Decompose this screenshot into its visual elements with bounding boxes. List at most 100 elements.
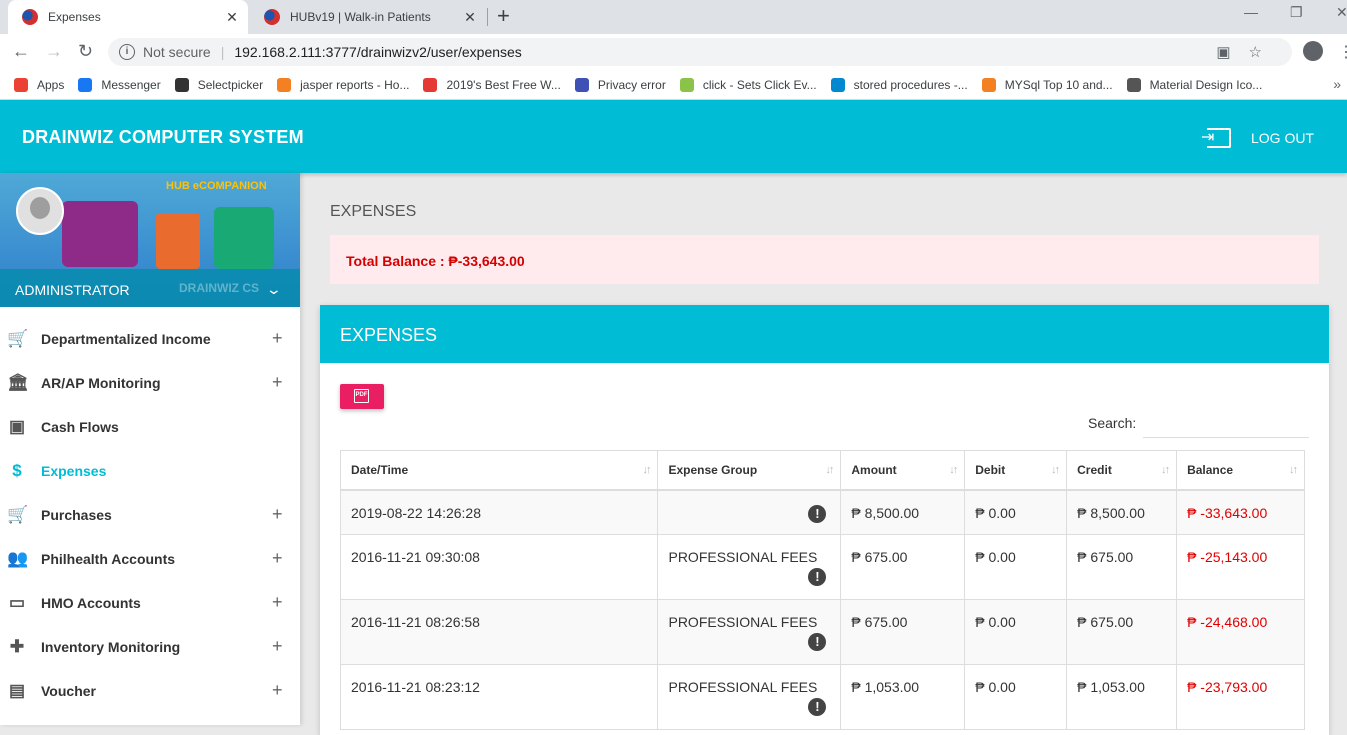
sidebar-item-ar-ap-monitoring[interactable]: 🏛 AR/AP Monitoring + [0, 361, 300, 405]
window-close-icon[interactable]: ✕ [1336, 4, 1347, 21]
sidebar-item-expenses[interactable]: $ Expenses [0, 449, 300, 493]
minimize-icon[interactable]: — [1244, 4, 1258, 20]
browser-tab-walkin[interactable]: HUBv19 | Walk-in Patients ✕ [250, 0, 486, 34]
sidebar-item-voucher[interactable]: ▤ Voucher + [0, 669, 300, 713]
balance-cell-text: ₱ -23,793.00 [1187, 679, 1268, 695]
table-row[interactable]: 2016-11-21 08:23:12 PROFESSIONAL FEES! ₱ 1… [339, 664, 1305, 730]
sidebar-item-hmo-accounts[interactable]: ▭ HMO Accounts + [0, 581, 300, 625]
sidebar-item-cash-flows[interactable]: ▣ Cash Flows [0, 405, 300, 449]
bookmark-item[interactable]: Material Design Ico... [1126, 77, 1262, 92]
column-header-label: Debit [975, 462, 1006, 477]
search-input[interactable] [1143, 411, 1309, 438]
security-label: Not secure [143, 44, 211, 60]
credit-cell: ₱ 675.00 [1066, 599, 1178, 665]
column-header[interactable]: Expense Group ↓↑ [657, 450, 842, 491]
sort-icon[interactable]: ↓↑ [1051, 464, 1060, 476]
expand-plus-icon[interactable]: + [272, 592, 283, 613]
close-tab-icon[interactable]: ✕ [462, 9, 478, 26]
sidebar-item-inventory-monitoring[interactable]: ✚ Inventory Monitoring + [0, 625, 300, 669]
alert-icon[interactable]: ! [808, 698, 827, 716]
bookmark-item[interactable]: Messenger [78, 77, 161, 92]
logout-button[interactable]: LOG OUT [1201, 127, 1314, 148]
bookmarks-bar: Apps Messenger Selectpicker jasper reports … [0, 70, 1347, 100]
bookmark-item[interactable]: Apps [14, 77, 64, 92]
address-bar[interactable]: i Not secure | 192.168.2.111:3777/drainw… [108, 38, 1292, 66]
export-pdf-button[interactable]: PDF [340, 384, 384, 409]
card-title: EXPENSES [320, 305, 1329, 363]
browser-tab-expenses[interactable]: Expenses ✕ [8, 0, 248, 34]
pdf-icon: PDF [354, 389, 369, 403]
alert-icon[interactable]: ! [808, 504, 827, 523]
column-header[interactable]: Credit ↓↑ [1066, 450, 1178, 491]
expand-plus-icon[interactable]: + [272, 328, 283, 349]
omnibox-action-icons[interactable]: ▣☆ [1216, 43, 1280, 61]
site-favicon-icon [264, 9, 280, 25]
bookmark-favicon-icon [423, 77, 438, 92]
tab-title: Expenses [48, 10, 101, 24]
more-bookmarks-icon[interactable]: » [1333, 76, 1341, 92]
bookmark-item[interactable]: stored procedures -... [830, 77, 968, 92]
reload-icon[interactable]: ↻ [78, 41, 93, 61]
sort-icon[interactable]: ↓↑ [642, 464, 651, 476]
alert-icon[interactable]: ! [808, 633, 827, 651]
sort-icon[interactable]: ↓↑ [1161, 464, 1170, 476]
expand-plus-icon[interactable]: + [272, 680, 283, 701]
bookmark-item[interactable]: Privacy error [574, 77, 666, 92]
close-tab-icon[interactable]: ✕ [224, 9, 240, 26]
expand-plus-icon[interactable]: + [272, 372, 283, 393]
bookmark-label: jasper reports - Ho... [300, 77, 410, 92]
new-tab-icon[interactable]: + [497, 4, 510, 28]
expenses-table: Date/Time ↓↑ Expense Group ↓↑ Amount ↓↑ Debit ↓… [339, 450, 1305, 730]
forward-icon[interactable]: → [45, 41, 63, 61]
sidebar-item-purchases[interactable]: 🛒 Purchases + [0, 493, 300, 537]
bookmark-favicon-icon [1126, 77, 1141, 92]
bookmark-favicon-icon [830, 77, 845, 92]
sort-icon[interactable]: ↓↑ [949, 464, 958, 476]
column-header[interactable]: Debit ↓↑ [964, 450, 1068, 491]
column-header[interactable]: Amount ↓↑ [840, 450, 966, 491]
bookmark-item[interactable]: Selectpicker [174, 77, 263, 92]
balance-cell: ₱ -24,468.00 [1176, 599, 1305, 665]
sidebar-item-label: Departmentalized Income [41, 331, 211, 347]
restore-icon[interactable]: ❐ [1290, 4, 1303, 21]
alert-icon[interactable]: ! [808, 568, 827, 586]
medical-kit-icon: ✚ [9, 637, 25, 656]
profile-avatar-icon[interactable] [1303, 41, 1323, 61]
back-icon[interactable]: ← [12, 41, 30, 61]
browser-menu-icon[interactable]: ⋮ [1338, 42, 1347, 62]
sidebar-item-label: Inventory Monitoring [41, 639, 181, 655]
avatar [16, 187, 64, 235]
browser-tabstrip: Expenses ✕ HUBv19 | Walk-in Patients ✕ +… [0, 0, 1347, 34]
url-text[interactable]: 192.168.2.111:3777/drainwizv2/user/expen… [234, 44, 521, 60]
balance-cell: ₱ -33,643.00 [1176, 489, 1305, 535]
expand-plus-icon[interactable]: + [272, 504, 283, 525]
logout-icon [1201, 127, 1231, 148]
bookmark-item[interactable]: 2019's Best Free W... [423, 77, 561, 92]
bookmark-item[interactable]: click - Sets Click Ev... [679, 77, 817, 92]
column-header[interactable]: Balance ↓↑ [1176, 450, 1305, 491]
sidebar-item-philhealth-accounts[interactable]: 👥 Philhealth Accounts + [0, 537, 300, 581]
banner-medical-bag-graphic [62, 201, 138, 267]
datetime-cell: 2016-11-21 08:23:12 [339, 664, 659, 730]
total-balance-text: Total Balance : ₱-33,643.00 [346, 253, 525, 269]
bookmark-item[interactable]: jasper reports - Ho... [277, 77, 410, 92]
debit-cell: ₱ 0.00 [964, 489, 1068, 535]
bookmark-item[interactable]: MYSql Top 10 and... [981, 77, 1113, 92]
table-row[interactable]: 2016-11-21 08:26:58 PROFESSIONAL FEES! ₱ 6… [339, 599, 1305, 665]
amount-cell-text: ₱ 675.00 [851, 549, 908, 565]
sidebar-item-departmentalized-income[interactable]: 🛒 Departmentalized Income + [0, 317, 300, 361]
banner-first-aid-graphic [214, 207, 274, 269]
site-favicon-icon [22, 9, 38, 25]
info-icon[interactable]: i [119, 44, 135, 60]
table-row[interactable]: 2019-08-22 14:26:28! ₱ 8,500.00 ₱ 0.00 ₱ 8,… [339, 489, 1305, 535]
expand-plus-icon[interactable]: + [272, 636, 283, 657]
chevron-down-icon[interactable]: ⌄ [266, 281, 282, 298]
page-title: EXPENSES [330, 203, 417, 220]
table-row[interactable]: 2016-11-21 09:30:08 PROFESSIONAL FEES! ₱ 6… [339, 534, 1305, 600]
sort-icon[interactable]: ↓↑ [825, 464, 834, 476]
column-header[interactable]: Date/Time ↓↑ [339, 450, 659, 491]
balance-cell-text: ₱ -33,643.00 [1187, 504, 1268, 521]
expand-plus-icon[interactable]: + [272, 548, 283, 569]
logout-label: LOG OUT [1250, 130, 1314, 146]
sort-icon[interactable]: ↓↑ [1289, 464, 1298, 476]
